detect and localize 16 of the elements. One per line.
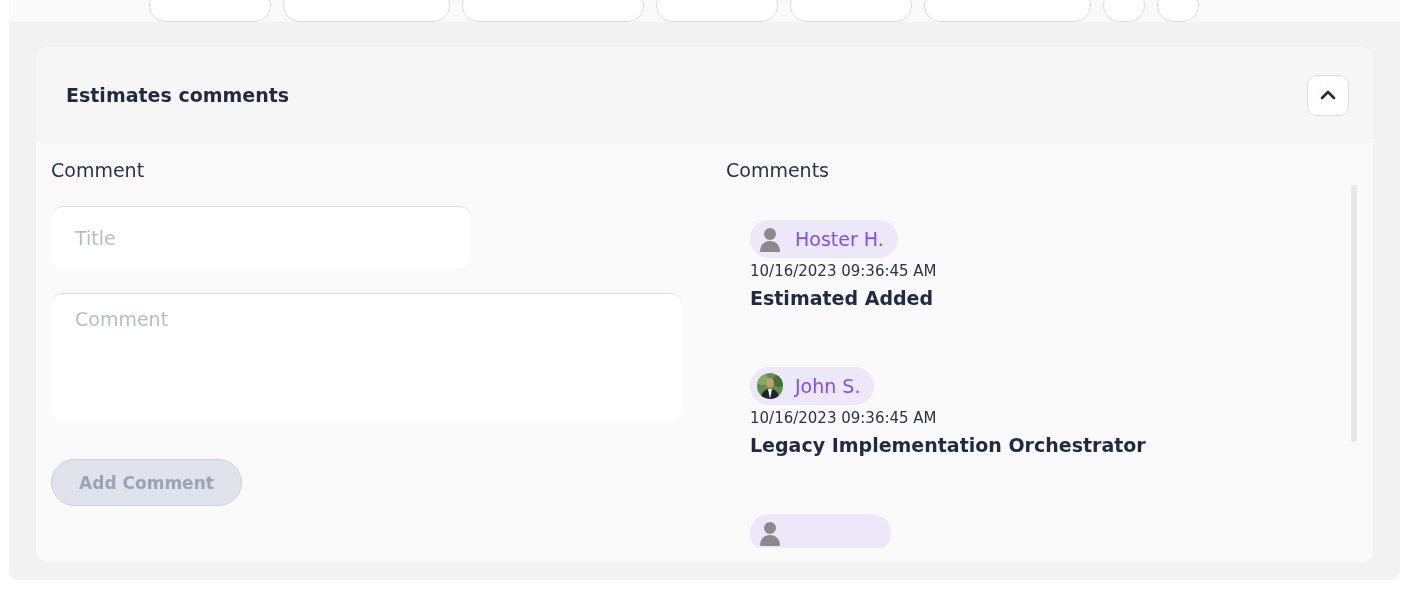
avatar-icon bbox=[757, 520, 783, 546]
comments-label: Comments bbox=[726, 159, 830, 181]
section-title: Estimates comments bbox=[66, 84, 290, 106]
comment-field[interactable]: Comment bbox=[51, 293, 682, 421]
author-chip[interactable] bbox=[750, 514, 891, 548]
comment-title: Legacy Implementation Orchestrator bbox=[750, 434, 1146, 456]
form-label: Comment bbox=[51, 159, 145, 181]
comment-time: 10/16/2023 09:36:45 AM bbox=[750, 262, 937, 280]
title-field[interactable]: Title bbox=[51, 206, 471, 269]
chevron-up-icon bbox=[1320, 90, 1336, 100]
collapse-button[interactable] bbox=[1307, 74, 1349, 116]
comment-time: 10/16/2023 09:36:45 AM bbox=[750, 409, 937, 427]
avatar-icon bbox=[757, 226, 783, 252]
author-chip[interactable]: John S. bbox=[750, 367, 875, 405]
comment-title: Estimated Added bbox=[750, 287, 934, 309]
author-chip[interactable]: Hoster H. bbox=[750, 220, 898, 258]
